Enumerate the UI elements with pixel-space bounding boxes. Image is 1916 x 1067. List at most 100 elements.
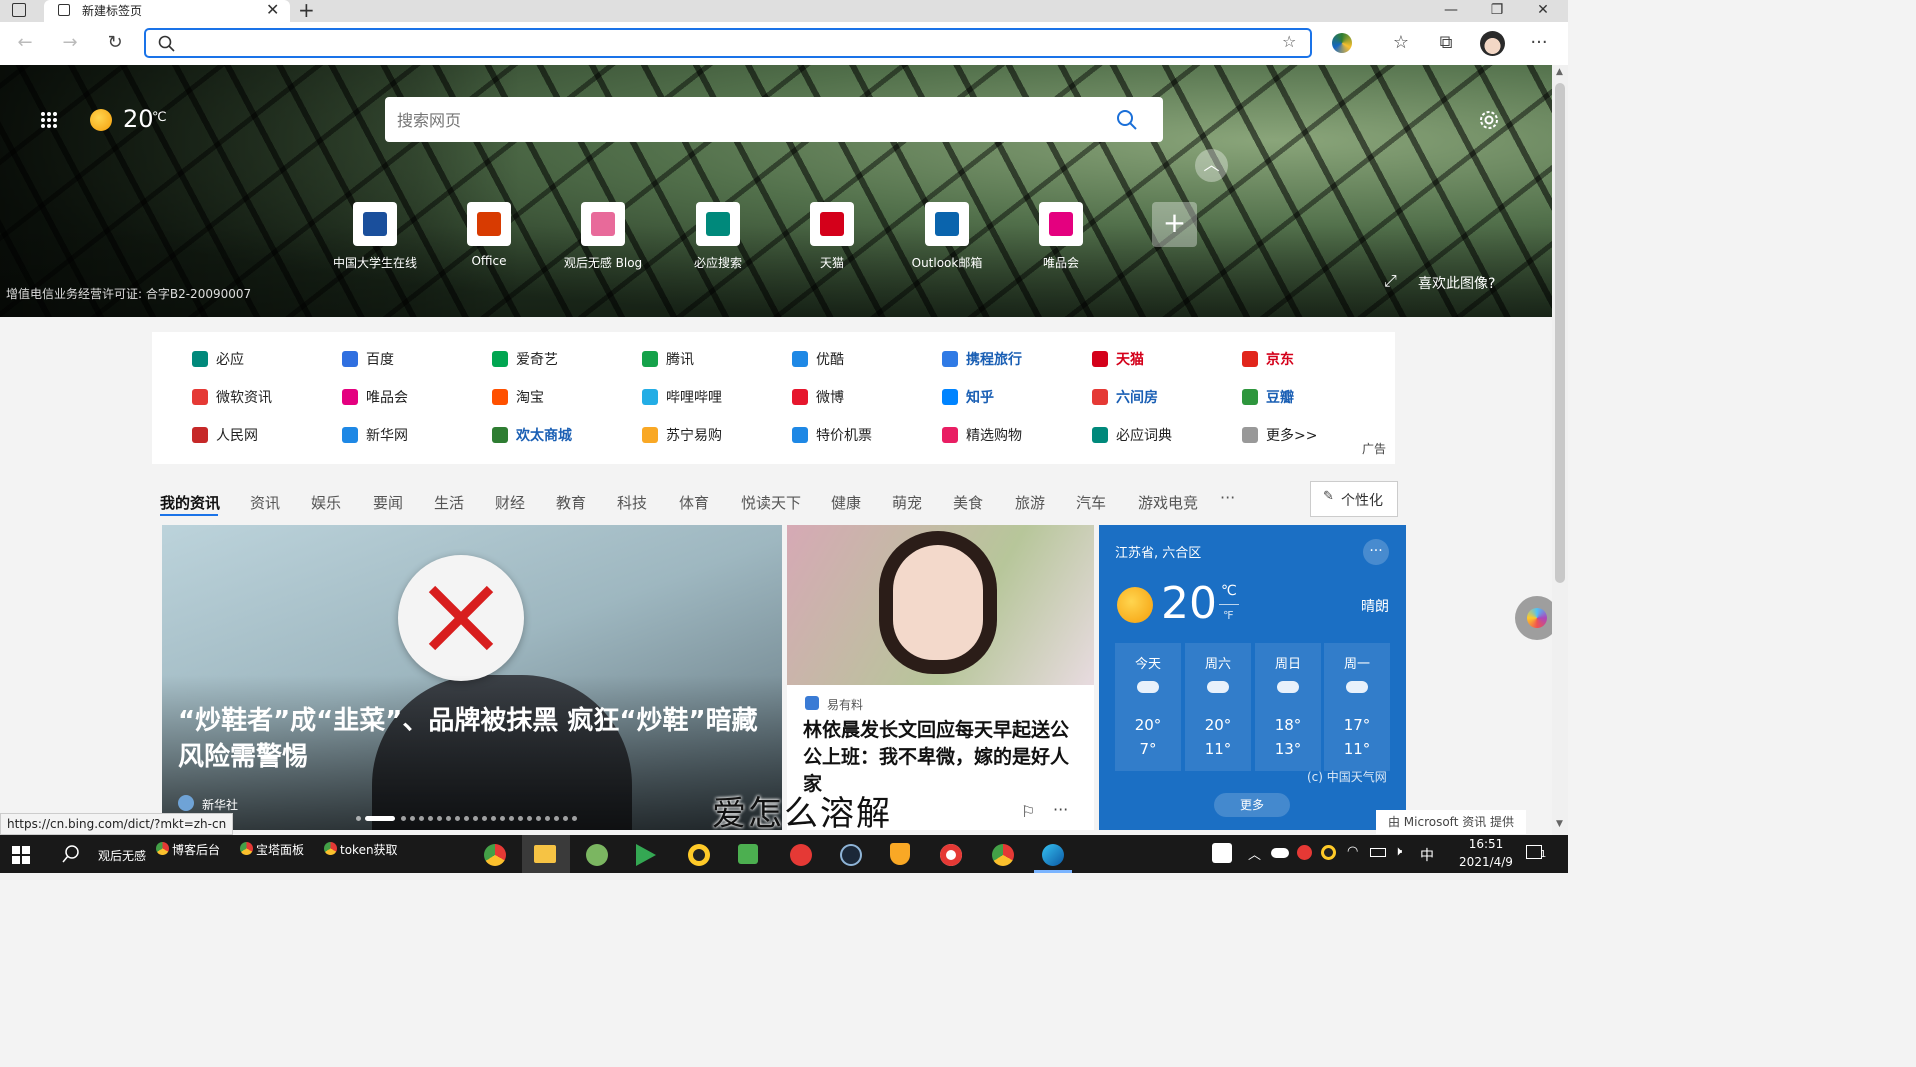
maximize-button[interactable]: ❐ [1474,0,1520,22]
forecast-day[interactable]: 周一 17° 11° [1324,643,1390,771]
search-icon[interactable] [1116,109,1138,131]
carousel-dot[interactable] [500,816,505,821]
weather-credit[interactable]: (c) 中国天气网 [1307,768,1387,785]
tray-qq-icon[interactable] [1321,845,1336,860]
carousel-dot[interactable] [365,816,395,821]
carousel-dot[interactable] [482,816,487,821]
music-icon[interactable] [790,844,812,866]
clock-time[interactable]: 16:51 [1456,837,1516,851]
collections-icon[interactable]: ⧉ [1431,28,1461,58]
news-card-secondary[interactable]: 易有料 林依晨发长文回应每天早起送公公上班：我不卑微，嫁的是好人家 ⚐ ··· [787,525,1094,830]
qq-icon[interactable] [688,844,710,866]
minimize-button[interactable]: — [1428,0,1474,22]
site-link-0-1[interactable]: 百度 [342,350,394,370]
carousel-dot[interactable] [437,816,442,821]
wifi-icon[interactable]: ◠ [1347,844,1358,859]
quick-link-4[interactable]: 天猫 [782,202,882,271]
carousel-dot[interactable] [518,816,523,821]
news-tab-6[interactable]: 教育 [556,492,586,513]
news-tab-3[interactable]: 要闻 [373,492,403,513]
taskbar-search-icon[interactable] [62,845,80,863]
steam-icon[interactable] [840,844,862,866]
site-link-2-4[interactable]: 特价机票 [792,426,872,446]
file-explorer-icon[interactable] [534,845,556,863]
quick-link-0[interactable]: 中国大学生在线 [325,202,425,271]
add-quick-link-button[interactable]: + [1152,202,1197,247]
weather-card[interactable]: 江苏省, 六合区 ··· 20 ℃ ℉ 晴朗 今天 20° 7° 周六 20° 11° 周日… [1099,525,1406,830]
carousel-dot[interactable] [572,816,577,821]
avatar[interactable] [1480,31,1505,56]
site-link-1-1[interactable]: 唯品会 [342,388,408,408]
ime-indicator[interactable]: 中 [1420,845,1434,865]
clock-date[interactable]: 2021/4/9 [1446,855,1526,869]
carousel-dot[interactable] [401,816,406,821]
quick-link-3[interactable]: 必应搜索 [668,202,768,271]
quick-link-5[interactable]: Outlook邮箱 [897,202,997,271]
site-link-1-0[interactable]: 微软资讯 [192,388,272,408]
site-link-0-6[interactable]: 天猫 [1092,350,1144,370]
extension-icon[interactable] [1332,33,1352,53]
site-link-2-6[interactable]: 必应词典 [1092,426,1172,446]
carousel-dot[interactable] [455,816,460,821]
forward-icon[interactable]: → [55,28,85,58]
news-tab-10[interactable]: 健康 [831,492,861,513]
site-link-1-2[interactable]: 淘宝 [492,388,544,408]
carousel-dot[interactable] [563,816,568,821]
site-link-0-2[interactable]: 爱奇艺 [492,350,558,370]
like-image-link[interactable]: 喜欢此图像? [1418,273,1495,293]
news-tab-4[interactable]: 生活 [434,492,464,513]
taskbar-pinned-4[interactable]: token获取 [340,841,398,858]
spreadsheet-icon[interactable] [738,844,758,864]
address-bar[interactable]: ☆ [144,28,1312,58]
taskbar-pinned-3[interactable]: 宝塔面板 [256,841,304,858]
scroll-up-icon[interactable]: ▲ [1556,67,1563,77]
carousel-dot[interactable] [419,816,424,821]
news-tab-2[interactable]: 娱乐 [311,492,341,513]
tray-music-icon[interactable] [1297,845,1312,860]
news-tab-12[interactable]: 美食 [953,492,983,513]
record-icon[interactable] [940,844,962,866]
chrome-app-icon[interactable] [992,844,1014,866]
news-tab-14[interactable]: 汽车 [1076,492,1106,513]
edge-icon[interactable] [1042,844,1064,866]
news-tab-1[interactable]: 资讯 [250,492,280,513]
expand-icon[interactable]: ⤢ [1384,271,1397,291]
forecast-day[interactable]: 今天 20° 7° [1115,643,1181,771]
taskbar-pinned-1[interactable]: 观后无感 [98,847,146,864]
site-link-0-5[interactable]: 携程旅行 [942,350,1022,370]
carousel-dot[interactable] [446,816,451,821]
collapse-chevron-up-icon[interactable]: ︿ [1195,149,1228,182]
site-link-0-3[interactable]: 腾讯 [642,350,694,370]
news-tab-7[interactable]: 科技 [617,492,647,513]
bookmark-icon[interactable]: ⚐ [1021,802,1035,821]
scroll-down-icon[interactable]: ▼ [1556,819,1563,829]
news-tab-11[interactable]: 萌宠 [892,492,922,513]
back-icon[interactable]: ← [10,28,40,58]
volume-icon[interactable]: 🕨 [1394,844,1402,859]
news-tab-15[interactable]: 游戏电竞 [1138,492,1198,513]
apps-grid-icon[interactable] [40,111,58,129]
news-tab-5[interactable]: 财经 [495,492,525,513]
tab-new-tab[interactable]: 新建标签页 ✕ [44,0,290,22]
site-link-2-1[interactable]: 新华网 [342,426,408,446]
tray-app-icon[interactable] [1212,843,1232,863]
tab-actions-icon[interactable] [12,3,26,17]
windows-start-icon[interactable] [12,846,30,864]
hero-weather-temp[interactable]: 20 [123,105,154,133]
weather-more-icon[interactable]: ··· [1363,539,1389,565]
site-link-2-3[interactable]: 苏宁易购 [642,426,722,446]
new-tab-button[interactable]: + [298,0,315,22]
add-favorite-icon[interactable]: ☆ [1282,32,1296,51]
site-link-1-5[interactable]: 知乎 [942,388,994,408]
news-tab-9[interactable]: 悦读天下 [741,492,801,513]
quick-link-6[interactable]: 唯品会 [1011,202,1111,271]
scrollbar-thumb[interactable] [1555,83,1565,583]
news-tab-13[interactable]: 旅游 [1015,492,1045,513]
cloud-icon[interactable] [1271,848,1289,858]
carousel-dot[interactable] [554,816,559,821]
weather-more-button[interactable]: 更多 [1214,793,1290,817]
carousel-dot[interactable] [509,816,514,821]
tray-expand-icon[interactable]: ︿ [1248,844,1261,863]
play-store-icon[interactable] [636,844,656,866]
news-tab-0[interactable]: 我的资讯 [160,492,220,513]
